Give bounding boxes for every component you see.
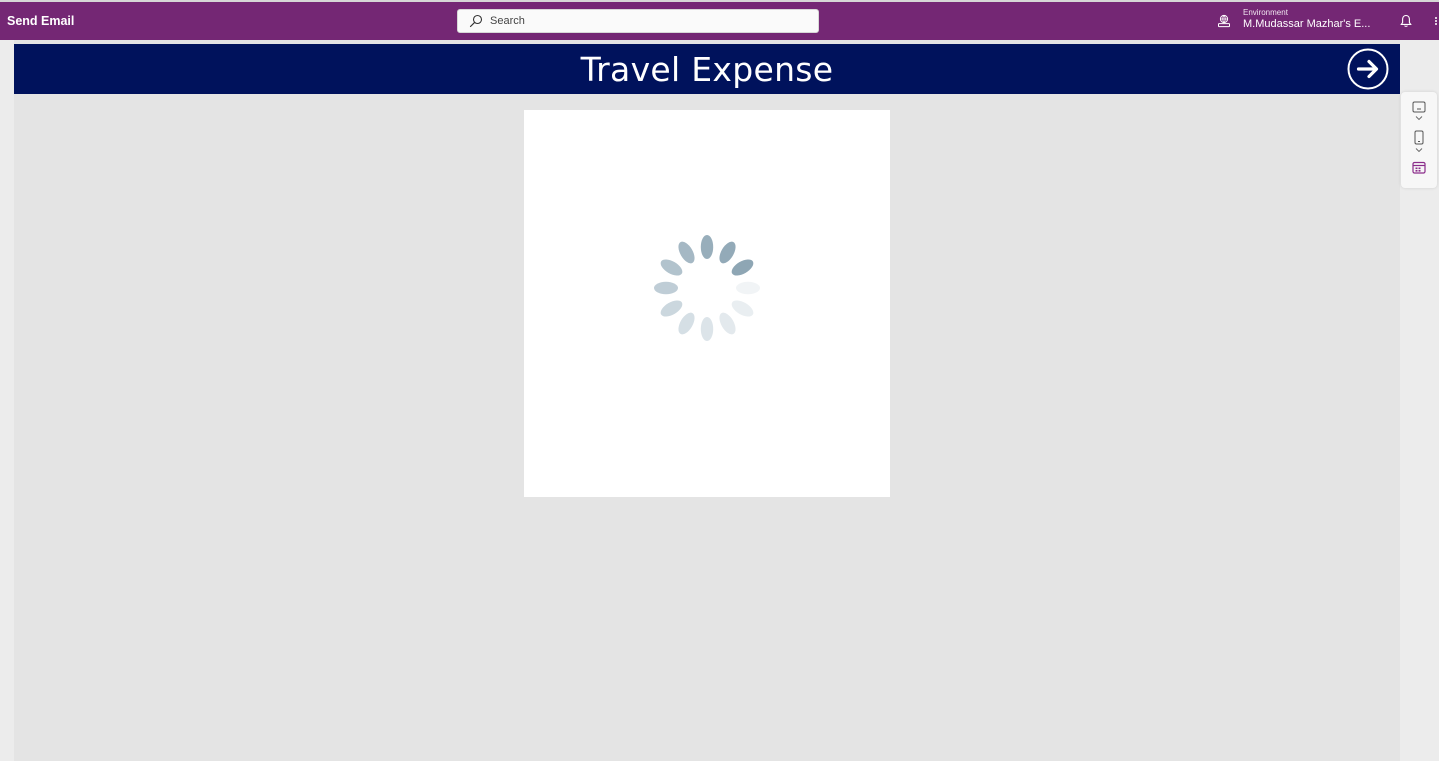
spinner-icon [654,235,760,341]
app-title: Send Email [7,14,75,28]
environment-label: Environment [1243,8,1288,17]
app-header: Send Email Environment M.Mudassar Mazhar… [0,2,1439,40]
search-input[interactable] [490,13,810,29]
loading-card [524,110,890,497]
environment-selector[interactable]: M.Mudassar Mazhar's E... [1243,18,1370,30]
more-icon[interactable] [1433,16,1439,26]
search-icon [469,14,483,28]
canvas-header: Travel Expense [14,44,1400,94]
environment-icon[interactable] [1217,14,1231,28]
search-box[interactable] [457,9,819,33]
phone-layout-icon[interactable] [1414,130,1424,145]
calendar-icon[interactable] [1412,161,1426,174]
canvas-title: Travel Expense [580,50,834,89]
bell-icon[interactable] [1400,14,1412,28]
chevron-down-icon[interactable] [1415,115,1423,121]
tablet-layout-icon[interactable] [1412,101,1426,113]
left-rail [0,40,14,761]
arrow-right-circle-icon[interactable] [1347,48,1389,90]
chevron-down-icon[interactable] [1415,147,1423,153]
side-toolbar [1401,92,1437,188]
